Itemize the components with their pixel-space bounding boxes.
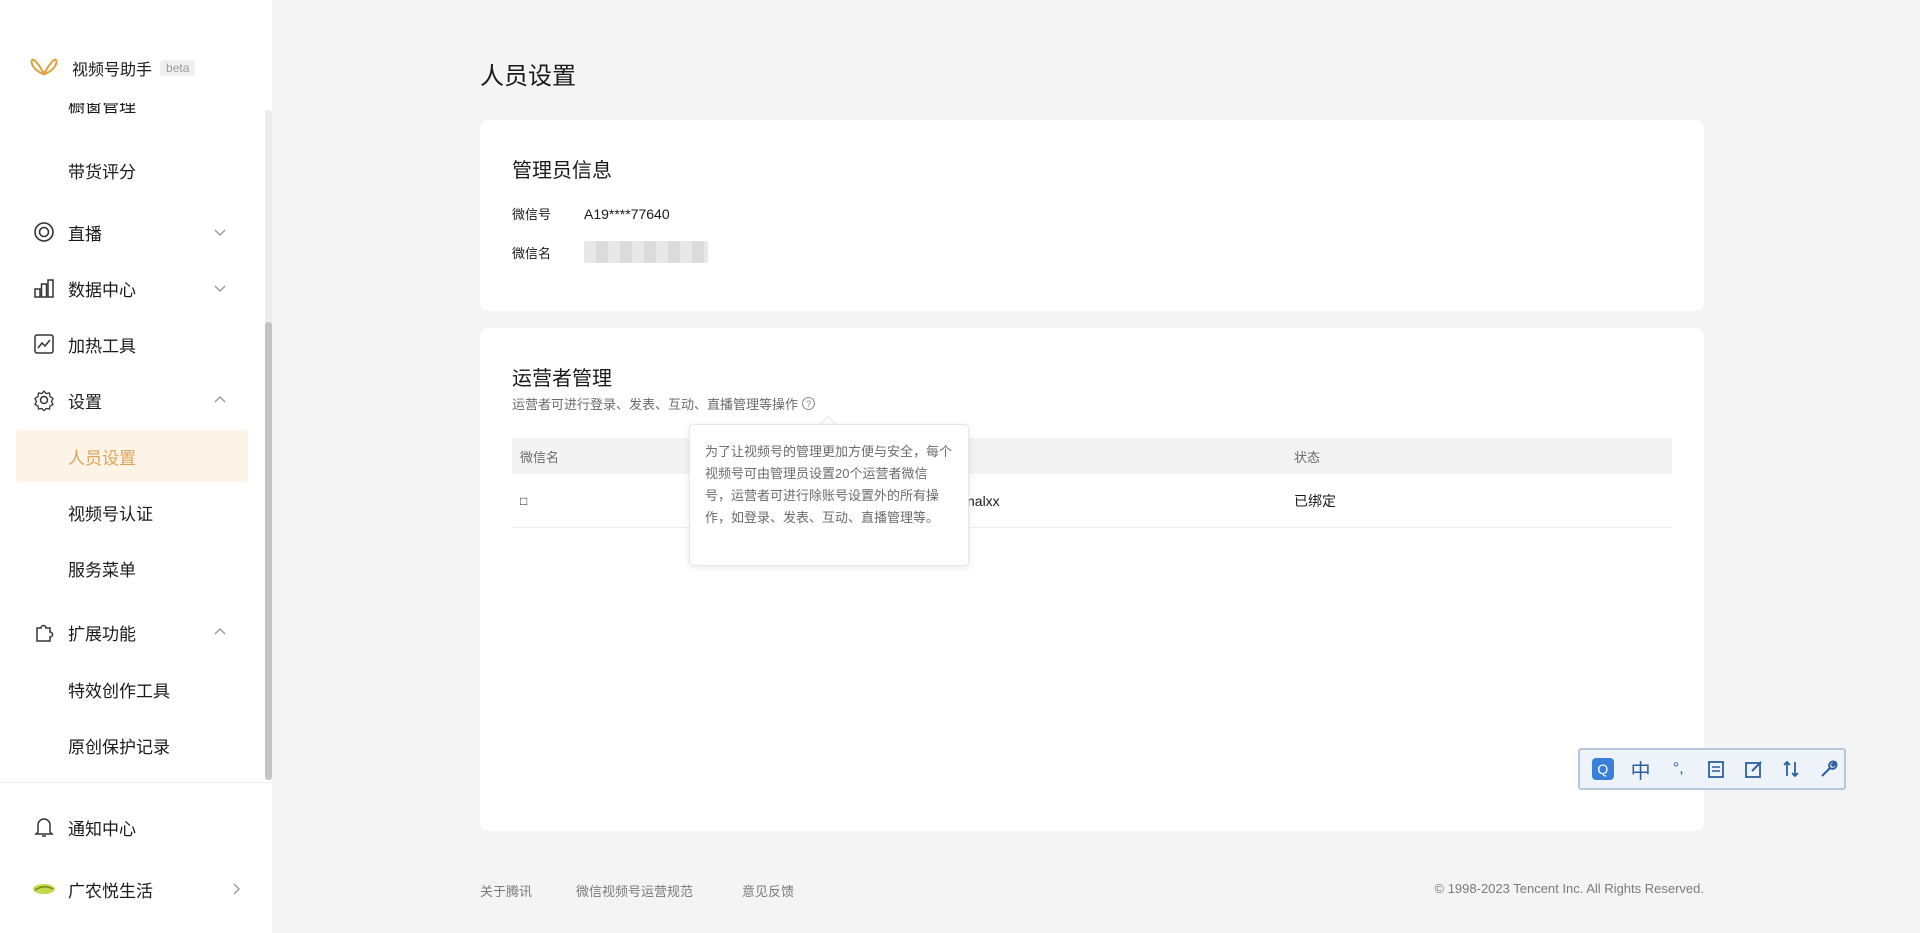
ime-handwrite-button[interactable] (1739, 754, 1769, 784)
footer-link-rules[interactable]: 微信视频号运营规范 (576, 881, 693, 900)
ime-toolbar: Q 中 °, (1578, 748, 1846, 790)
trend-chart-icon (32, 332, 56, 356)
account-avatar-icon (32, 877, 56, 901)
footer-link-feedback[interactable]: 意见反馈 (742, 881, 794, 900)
table-header: 微信名 状态 (512, 438, 1672, 474)
edit-icon (1744, 761, 1762, 778)
wechat-id-label: 微信号 (512, 207, 552, 222)
ime-logo-button[interactable]: Q (1588, 754, 1618, 784)
ime-language-toggle[interactable]: 中 (1626, 754, 1656, 784)
table-row[interactable]: □ nalxx 已绑定 (512, 474, 1672, 528)
sidebar-item-live[interactable]: 直播 (16, 206, 248, 258)
sidebar-item-personnel-settings[interactable]: 人员设置 (16, 430, 248, 482)
notification-center[interactable]: 通知中心 (32, 813, 232, 841)
sidebar-item-label: 原创保护记录 (68, 737, 170, 757)
sidebar-item-label: 直播 (68, 224, 102, 244)
chevron-down-icon (214, 285, 226, 292)
copyright: © 1998-2023 Tencent Inc. All Rights Rese… (1434, 881, 1705, 896)
sidebar-item-sales-score[interactable]: 带货评分 (16, 144, 248, 196)
sidebar-item-service-menu[interactable]: 服务菜单 (16, 542, 248, 594)
brand[interactable]: 视频号助手 beta (30, 56, 196, 80)
sidebar-item-label: 数据中心 (68, 280, 136, 300)
column-header-status: 状态 (1294, 449, 1321, 465)
sidebar-nav: 带货评分 直播 数据中心 加热工具 设置 人员设置 视频号认证 服务菜单 扩展功… (0, 100, 264, 776)
chevron-up-icon (214, 628, 226, 635)
operator-title: 运营者管理 (512, 368, 612, 390)
account-switcher[interactable]: 广农悦生活 (32, 875, 240, 903)
chevron-down-icon (214, 229, 226, 236)
sidebar-item-label: 服务菜单 (68, 560, 136, 580)
operator-description-text: 运营者可进行登录、发表、互动、直播管理等操作 (512, 397, 799, 412)
sidebar-bottom: 通知中心 广农悦生活 (0, 782, 272, 933)
wechat-name-row: 微信名 (512, 241, 708, 263)
sidebar-item-label: 特效创作工具 (68, 681, 170, 701)
brand-name: 视频号助手 (72, 62, 153, 79)
beta-badge: beta (160, 60, 196, 76)
sidebar-item-label: 加热工具 (68, 336, 136, 356)
sidebar-item-extensions[interactable]: 扩展功能 (16, 606, 248, 658)
operator-table: 微信名 状态 □ nalxx 已绑定 (512, 438, 1672, 528)
sidebar-item-effect-tools[interactable]: 特效创作工具 (16, 663, 248, 715)
sidebar-item-original-protection[interactable]: 原创保护记录 (16, 719, 248, 771)
admin-info-title: 管理员信息 (512, 160, 612, 182)
page-title: 人员设置 (480, 63, 576, 90)
wechat-id-row: 微信号 A19****77640 (512, 204, 670, 223)
sort-icon (1783, 760, 1800, 778)
admin-info-card: 管理员信息 微信号 A19****77640 微信名 (480, 120, 1704, 311)
bar-chart-icon (32, 276, 56, 300)
wrench-icon (1821, 760, 1838, 777)
sidebar-item-data-center[interactable]: 数据中心 (16, 262, 248, 314)
puzzle-icon (32, 620, 56, 644)
butterfly-logo-icon (30, 58, 58, 76)
sidebar-item-label: 设置 (68, 392, 102, 412)
wechat-name-redacted (584, 241, 708, 263)
document-icon (1708, 761, 1724, 778)
help-icon[interactable]: ? (802, 397, 816, 410)
sidebar: 视频号助手 beta 橱窗管理 带货评分 直播 数据中心 加热工具 设置 人员设… (0, 0, 272, 933)
sidebar-scrollbar-thumb[interactable] (265, 322, 272, 780)
sidebar-item-label: 带货评分 (68, 162, 136, 182)
ime-sort-button[interactable] (1777, 754, 1807, 784)
operator-status: 已绑定 (1294, 492, 1336, 509)
ime-keyboard-button[interactable] (1701, 754, 1731, 784)
ime-logo-icon: Q (1591, 758, 1614, 780)
column-header-wechat-name: 微信名 (520, 449, 560, 465)
sidebar-item-certification[interactable]: 视频号认证 (16, 486, 248, 538)
operator-description: 运营者可进行登录、发表、互动、直播管理等操作 ? (512, 394, 816, 413)
footer-link-about[interactable]: 关于腾讯 (480, 881, 532, 900)
operator-id: nalxx (967, 492, 1000, 509)
sidebar-item-label: 人员设置 (68, 448, 136, 468)
wechat-id-value: A19****77640 (584, 205, 670, 222)
help-tooltip: 为了让视频号的管理更加方便与安全，每个视频号可由管理员设置20个运营者微信号，运… (689, 424, 969, 566)
wechat-name-label: 微信名 (512, 245, 552, 261)
sidebar-item-label: 扩展功能 (68, 624, 136, 644)
live-icon (32, 220, 56, 244)
sidebar-item-boost-tools[interactable]: 加热工具 (16, 318, 248, 370)
notification-center-label: 通知中心 (68, 819, 136, 839)
ime-settings-button[interactable] (1814, 754, 1844, 784)
bell-icon (32, 815, 56, 839)
ime-punctuation-toggle[interactable]: °, (1663, 754, 1693, 784)
account-name: 广农悦生活 (68, 881, 153, 901)
sidebar-item-label: 视频号认证 (68, 504, 153, 524)
operator-name: □ (520, 493, 528, 508)
chevron-up-icon (214, 396, 226, 403)
gear-icon (32, 388, 56, 412)
operator-management-card: 运营者管理 运营者可进行登录、发表、互动、直播管理等操作 ? 微信名 状态 □ … (480, 328, 1704, 831)
sidebar-item-settings[interactable]: 设置 (16, 374, 248, 426)
chevron-right-icon (233, 883, 240, 895)
